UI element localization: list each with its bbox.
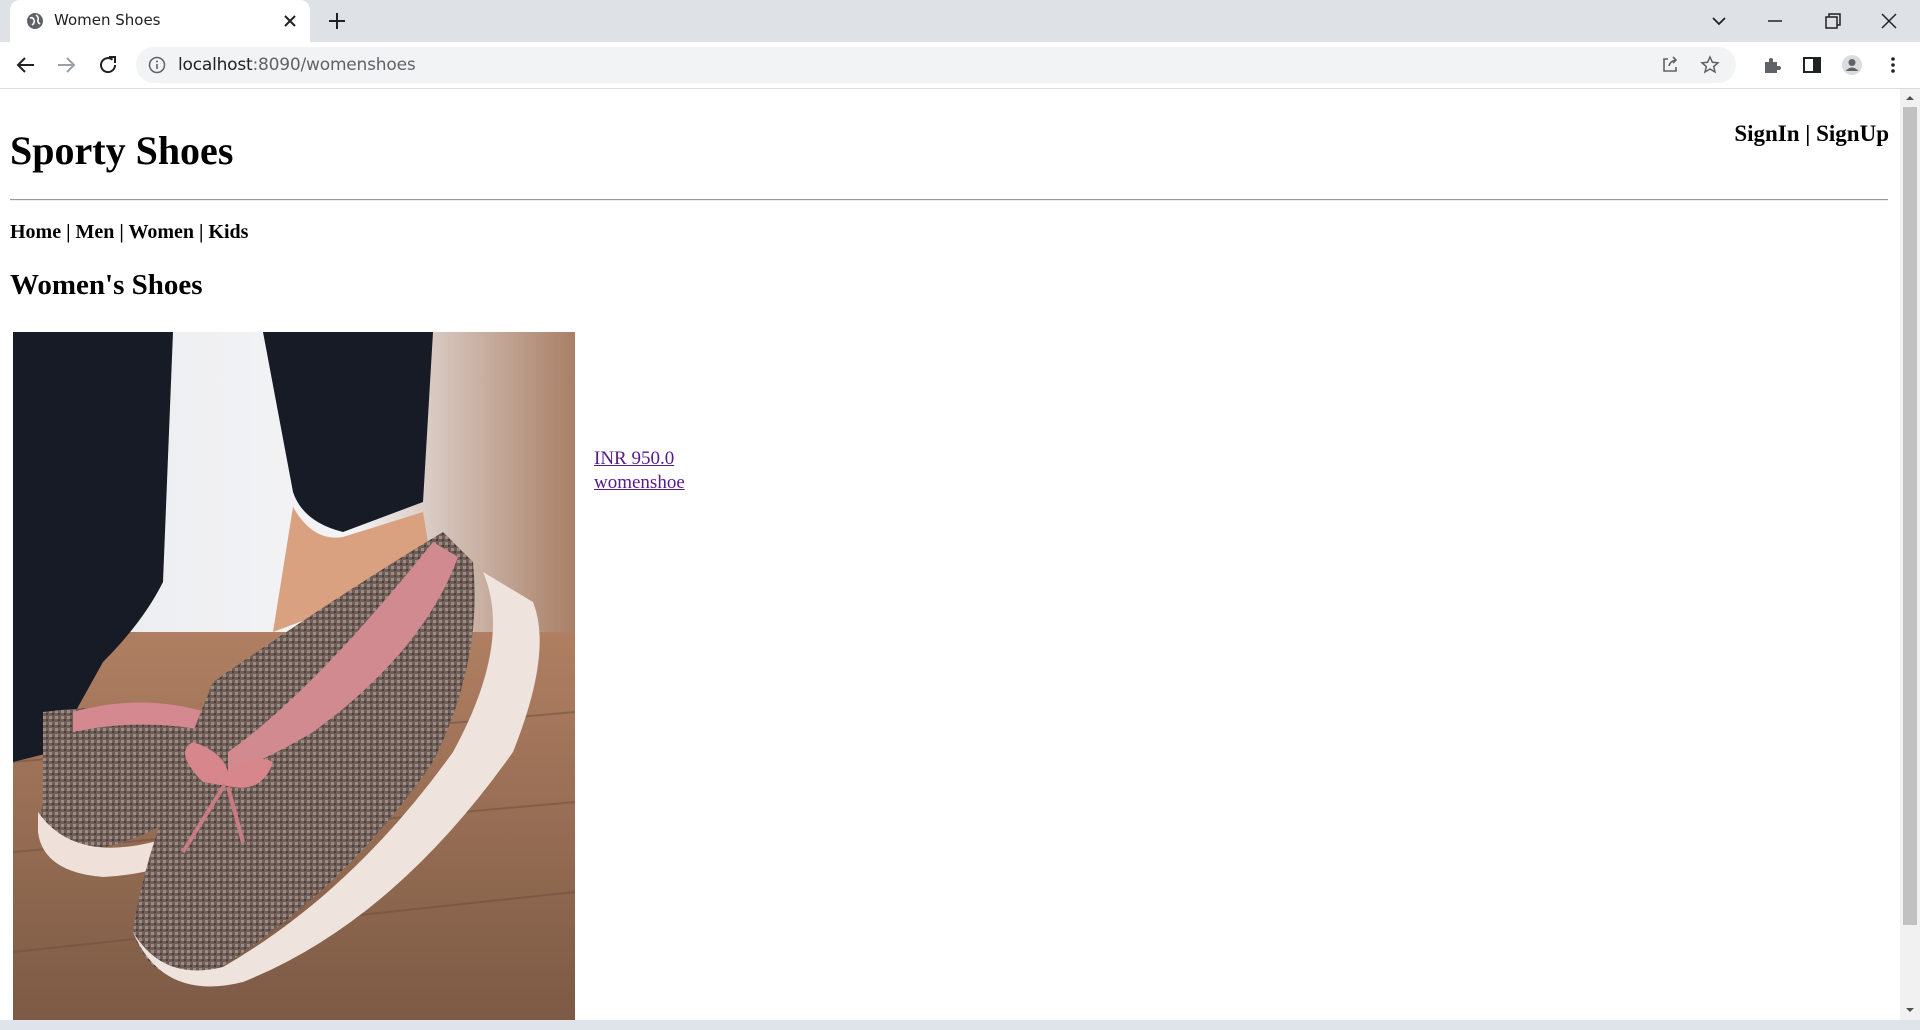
product-name-link[interactable]: womenshoe [594,471,685,495]
site-info-icon[interactable] [148,56,166,74]
side-panel-icon[interactable] [1801,54,1823,76]
bookmark-star-icon[interactable] [1700,55,1720,75]
main-nav: Home | Men | Women | Kids [10,221,248,244]
reload-icon[interactable] [96,53,120,77]
browser-tab-active[interactable]: Women Shoes [10,0,310,42]
nav-kids-link[interactable]: Kids [208,221,248,243]
new-tab-plus-icon[interactable] [326,10,348,32]
url-text: localhost:8090/womenshoes [178,55,416,75]
auth-separator: | [1805,121,1811,146]
site-brand-title: Sporty Shoes [10,128,234,173]
restore-icon[interactable] [1820,8,1846,34]
shoe-photo-illustration [13,332,575,1020]
header-divider [10,199,1888,201]
close-tab-icon[interactable] [280,11,300,31]
back-arrow-icon[interactable] [14,53,38,77]
nav-separator: | [66,221,71,243]
minimize-icon[interactable] [1762,8,1788,34]
forward-arrow-icon[interactable] [54,53,78,77]
browser-tabstrip: Women Shoes [0,0,1920,42]
scrollbar-thumb[interactable] [1903,107,1917,925]
vertical-scrollbar[interactable] [1900,89,1920,1020]
nav-separator: | [119,221,124,243]
nav-home-link[interactable]: Home [10,221,61,243]
profile-avatar-icon[interactable] [1841,54,1863,76]
auth-links: SignIn | SignUp [1734,121,1889,147]
signup-link[interactable]: SignUp [1816,121,1889,146]
product-image [13,332,575,1020]
tab-title: Women Shoes [54,11,161,29]
kebab-menu-icon[interactable] [1882,54,1904,76]
page-viewport: Sporty Shoes SignIn | SignUp Home | Men … [0,89,1900,1020]
url-path: :8090/womenshoes [252,55,416,75]
window-bottom-edge [0,1020,1920,1030]
tab-search-chevron-icon[interactable] [1706,8,1732,34]
product-price-link[interactable]: INR 950.0 [594,447,685,471]
nav-men-link[interactable]: Men [76,221,115,243]
scroll-down-arrow-icon[interactable] [1905,1005,1915,1015]
signin-link[interactable]: SignIn [1734,121,1799,146]
nav-women-link[interactable]: Women [128,221,194,243]
nav-separator: | [199,221,204,243]
extensions-puzzle-icon[interactable] [1761,54,1783,76]
address-bar[interactable]: localhost:8090/womenshoes [136,47,1736,83]
share-icon[interactable] [1660,55,1680,75]
globe-icon [27,13,43,29]
url-host: localhost [178,55,253,75]
browser-toolbar: localhost:8090/womenshoes [0,42,1920,89]
product-info: INR 950.0 womenshoe [594,447,685,495]
scroll-up-arrow-icon[interactable] [1905,93,1915,103]
close-window-icon[interactable] [1876,8,1902,34]
section-title: Women's Shoes [10,269,203,301]
